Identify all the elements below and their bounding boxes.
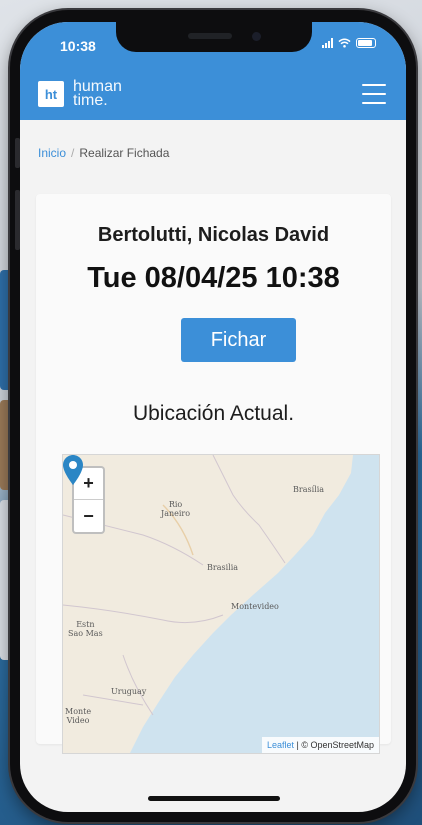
notch [116,22,312,52]
battery-icon [356,38,376,48]
wifi-icon [338,38,351,48]
map-label-rio: Rio Janeiro [161,500,191,518]
zoom-out-button[interactable]: − [74,500,103,532]
breadcrumb: Inicio / Realizar Fichada [38,146,169,160]
hamburger-menu-icon[interactable] [362,84,386,104]
map-tiles [63,455,379,753]
speaker [188,33,232,39]
phone-screen: 10:38 ht human time. Inicio / Realizar F… [20,22,406,812]
breadcrumb-current: Realizar Fichada [79,146,170,160]
osm-attribution[interactable]: | © OpenStreetMap [296,740,374,750]
map-pin-icon[interactable] [63,455,83,485]
location-map[interactable]: + − Brasília Rio Janeiro Brasilia Montev… [62,454,380,754]
breadcrumb-home-link[interactable]: Inicio [38,146,66,160]
app-header: ht human time. [20,68,406,120]
map-label-sao-paulo: Estn Sao Mas [68,620,103,638]
employee-name: Bertolutti, Nicolas David [97,224,330,246]
logo-mark[interactable]: ht [38,81,64,107]
map-label-montevideo: Montevideo [231,602,279,611]
leaflet-link[interactable]: Leaflet [267,740,294,750]
logo-text[interactable]: human time. [73,79,122,109]
current-datetime: Tue 08/04/25 10:38 [87,262,340,294]
logo-line-2: time. [73,92,108,109]
camera [252,32,261,41]
breadcrumb-separator: / [71,146,75,160]
fichar-button[interactable]: Fichar [181,318,296,362]
map-label-monte-video: Monte Video [65,707,92,725]
map-label-brasilia: Brasília [293,485,325,494]
status-time: 10:38 [60,38,96,54]
location-title: Ubicación Actual. [132,402,295,425]
signal-icon [322,38,333,48]
home-indicator [148,796,280,801]
map-label-brasilia-2: Brasilia [207,563,239,572]
map-attribution: Leaflet | © OpenStreetMap [261,737,379,753]
phone-frame: 10:38 ht human time. Inicio / Realizar F… [10,10,416,822]
map-label-uruguay: Uruguay [111,687,147,696]
status-icons [322,38,376,48]
